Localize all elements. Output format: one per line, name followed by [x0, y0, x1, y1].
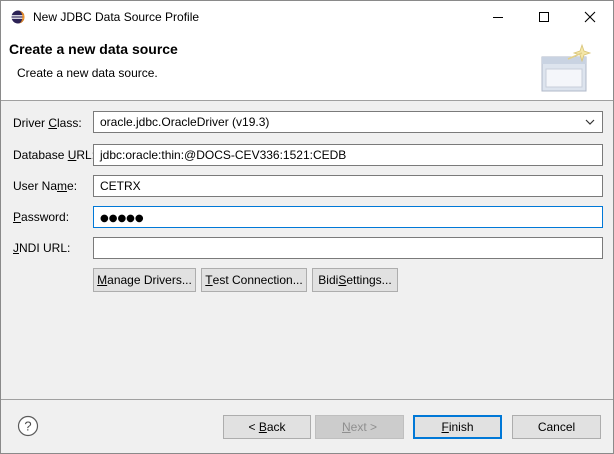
chevron-down-icon: [585, 119, 595, 125]
database-url-label: Database URL:: [13, 148, 96, 162]
driver-class-select[interactable]: oracle.jdbc.OracleDriver (v19.3): [93, 111, 603, 133]
manage-drivers-button[interactable]: Manage Drivers...: [93, 268, 196, 292]
wizard-banner: Create a new data source Create a new da…: [1, 33, 613, 101]
footer-separator: [1, 399, 613, 400]
banner-subtitle: Create a new data source.: [17, 66, 158, 80]
database-url-value: jdbc:oracle:thin:@DOCS-CEV336:1521:CEDB: [100, 148, 347, 162]
password-value: ●●●●●: [100, 213, 144, 224]
driver-class-label: Driver Class:: [13, 116, 82, 130]
close-icon: [584, 11, 596, 23]
cancel-button[interactable]: Cancel: [512, 415, 601, 439]
finish-button[interactable]: Finish: [413, 415, 502, 439]
close-button[interactable]: [567, 1, 613, 33]
minimize-icon: [493, 17, 503, 18]
dialog-window: New JDBC Data Source Profile Create a ne…: [0, 0, 614, 454]
jndi-url-label: JNDI URL:: [13, 241, 71, 255]
title-bar[interactable]: New JDBC Data Source Profile: [1, 1, 613, 33]
user-name-value: CETRX: [100, 179, 141, 193]
maximize-icon: [539, 12, 549, 22]
back-button[interactable]: < Back: [223, 415, 311, 439]
bidi-settings-button[interactable]: Bidi Settings...: [312, 268, 398, 292]
user-name-input[interactable]: CETRX: [93, 175, 603, 197]
next-button[interactable]: Next >: [315, 415, 404, 439]
driver-class-value: oracle.jdbc.OracleDriver (v19.3): [100, 115, 270, 129]
jndi-url-input[interactable]: [93, 237, 603, 259]
help-icon[interactable]: ?: [17, 415, 39, 437]
eclipse-icon: [11, 10, 25, 24]
wizard-banner-icon: [541, 43, 592, 92]
maximize-button[interactable]: [521, 1, 567, 33]
password-label: Password:: [13, 210, 70, 224]
test-connection-button[interactable]: Test Connection...: [201, 268, 307, 292]
svg-text:?: ?: [24, 419, 31, 434]
minimize-button[interactable]: [475, 1, 521, 33]
user-name-label: User Name:: [13, 179, 78, 193]
window-title: New JDBC Data Source Profile: [33, 10, 200, 24]
database-url-input[interactable]: jdbc:oracle:thin:@DOCS-CEV336:1521:CEDB: [93, 144, 603, 166]
banner-title: Create a new data source: [9, 41, 178, 57]
password-input[interactable]: ●●●●●: [93, 206, 603, 228]
